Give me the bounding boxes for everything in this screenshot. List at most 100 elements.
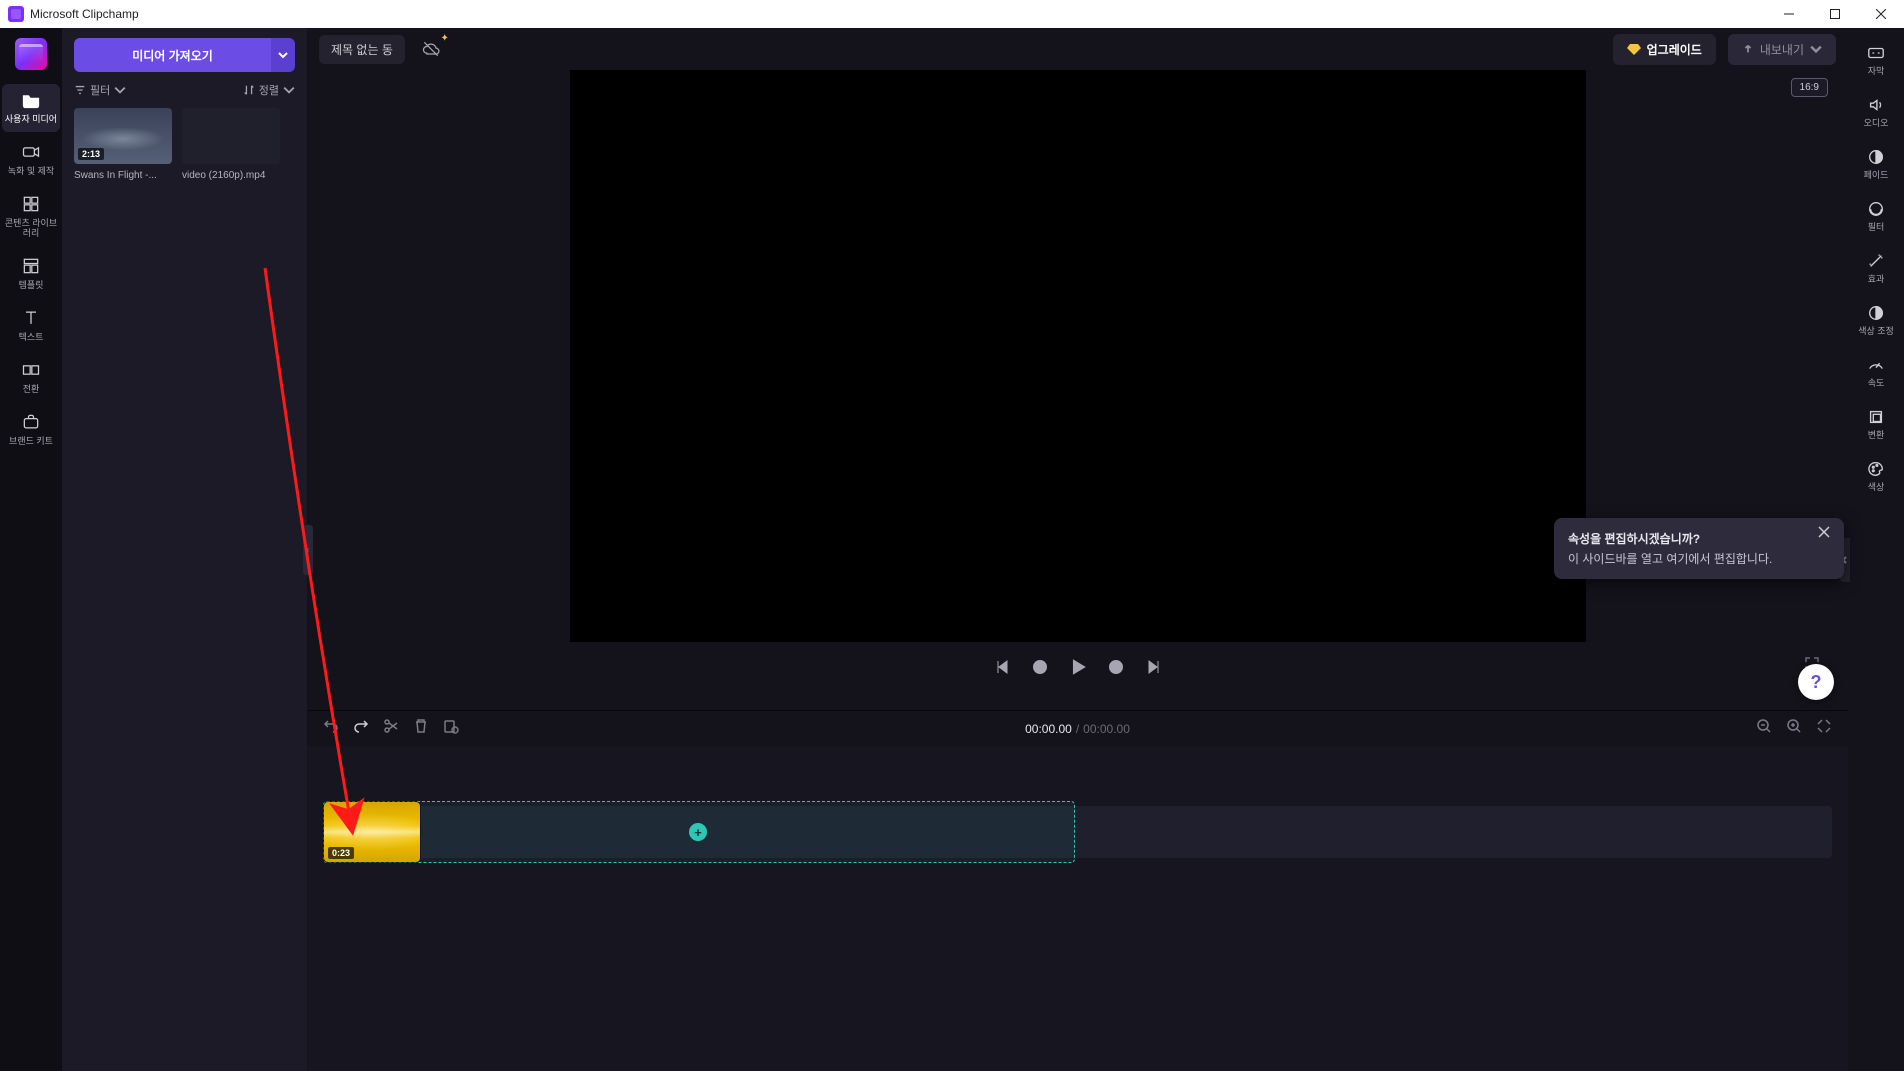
fade-icon: [1867, 148, 1885, 166]
right-tool-rail: 자막 오디오 페이드 필터 효과 색상 조정 속도 변환 색상: [1848, 28, 1904, 1071]
redo-button[interactable]: [353, 718, 369, 739]
dragging-clip[interactable]: 0:23: [324, 802, 420, 862]
import-media-button[interactable]: 미디어 가져오기: [74, 38, 271, 72]
upgrade-button[interactable]: 업그레이드: [1613, 34, 1716, 65]
sort-button[interactable]: 정렬: [243, 82, 295, 98]
upgrade-label: 업그레이드: [1647, 41, 1702, 58]
window-maximize-button[interactable]: [1812, 0, 1858, 28]
template-icon: [21, 256, 41, 276]
tooltip-body: 이 사이드바를 열고 여기에서 편집합니다.: [1568, 551, 1808, 567]
play-icon: [1069, 658, 1087, 676]
tool-label: 오디오: [1864, 118, 1889, 128]
export-label: 내보내기: [1760, 41, 1804, 58]
clip-duration-badge: 0:23: [328, 847, 354, 859]
rewind-icon: [1032, 659, 1048, 675]
gauge-icon: [1867, 356, 1885, 374]
clipchamp-app-icon: [8, 6, 24, 22]
captions-icon: [1867, 44, 1885, 62]
window-minimize-button[interactable]: [1766, 0, 1812, 28]
split-button[interactable]: [383, 718, 399, 739]
add-clip-button[interactable]: +: [689, 823, 707, 841]
palette-icon: [1867, 460, 1885, 478]
delete-button[interactable]: [413, 718, 429, 739]
close-icon: [1818, 526, 1830, 538]
nav-text[interactable]: 텍스트: [2, 302, 60, 350]
chevron-down-icon: [278, 50, 288, 60]
nav-record[interactable]: 녹화 및 제작: [2, 136, 60, 184]
tool-label: 속도: [1868, 378, 1885, 388]
skip-start-button[interactable]: [991, 656, 1013, 678]
speaker-icon: [1867, 96, 1885, 114]
import-dropdown-button[interactable]: [271, 38, 295, 72]
clip-icon: [443, 718, 459, 734]
skip-end-button[interactable]: [1143, 656, 1165, 678]
help-button[interactable]: ?: [1798, 664, 1834, 700]
tool-effects[interactable]: 효과: [1852, 246, 1900, 292]
undo-icon: [323, 718, 339, 734]
fit-icon: [1816, 718, 1832, 734]
step-forward-button[interactable]: [1105, 656, 1127, 678]
zoom-in-icon: [1786, 718, 1802, 734]
clip-options-button[interactable]: [443, 718, 459, 739]
crop-icon: [1867, 408, 1885, 426]
media-item[interactable]: video (2160p).mp4: [182, 108, 280, 181]
media-filename: Swans In Flight -...: [74, 170, 172, 181]
total-time: 00:00.00: [1083, 722, 1130, 736]
transition-icon: [21, 360, 41, 380]
preview-canvas[interactable]: [570, 70, 1586, 642]
nav-user-media[interactable]: 사용자 미디어: [2, 84, 60, 132]
clipchamp-logo[interactable]: [15, 38, 47, 70]
media-thumbnail[interactable]: [182, 108, 280, 164]
cloud-off-icon: [421, 39, 441, 59]
timeline[interactable]: + 0:23: [307, 746, 1848, 1071]
duration-badge: 2:13: [78, 148, 104, 160]
undo-button[interactable]: [323, 718, 339, 739]
tool-audio[interactable]: 오디오: [1852, 90, 1900, 136]
media-item[interactable]: 2:13 Swans In Flight -...: [74, 108, 172, 181]
play-button[interactable]: [1067, 656, 1089, 678]
nav-library[interactable]: 콘텐츠 라이브러리: [2, 188, 60, 246]
timeline-track[interactable]: + 0:23: [323, 806, 1832, 858]
wand-icon: [1867, 252, 1885, 270]
tool-transform[interactable]: 변환: [1852, 402, 1900, 448]
tool-filter[interactable]: 필터: [1852, 194, 1900, 240]
filter-label: 필터: [90, 82, 110, 98]
text-icon: [21, 308, 41, 328]
project-title[interactable]: 제목 없는 동: [319, 35, 405, 64]
tool-captions[interactable]: 자막: [1852, 38, 1900, 84]
fit-zoom-button[interactable]: [1816, 718, 1832, 739]
step-back-button[interactable]: [1029, 656, 1051, 678]
tool-color-picker[interactable]: 색상: [1852, 454, 1900, 500]
media-thumbnail[interactable]: 2:13: [74, 108, 172, 164]
tool-speed[interactable]: 속도: [1852, 350, 1900, 396]
clip-drop-zone[interactable]: +: [323, 801, 1075, 863]
nav-label: 콘텐츠 라이브러리: [2, 218, 60, 238]
cloud-sync-button[interactable]: ✦: [417, 35, 445, 63]
zoom-in-button[interactable]: [1786, 718, 1802, 739]
tool-label: 색상: [1868, 482, 1885, 492]
top-bar: 제목 없는 동 ✦ 업그레이드 내보내기: [307, 28, 1848, 70]
upload-icon: [1742, 43, 1754, 55]
tool-color-adjust[interactable]: 색상 조정: [1852, 298, 1900, 344]
media-filename: video (2160p).mp4: [182, 170, 280, 181]
nav-transitions[interactable]: 전환: [2, 354, 60, 402]
window-close-button[interactable]: [1858, 0, 1904, 28]
nav-templates[interactable]: 템플릿: [2, 250, 60, 298]
chevron-down-icon: [114, 84, 126, 96]
tool-fade[interactable]: 페이드: [1852, 142, 1900, 188]
tool-label: 색상 조정: [1858, 326, 1894, 336]
forward-icon: [1108, 659, 1124, 675]
aspect-ratio-button[interactable]: 16:9: [1791, 78, 1828, 97]
tooltip-close-button[interactable]: [1818, 526, 1836, 544]
media-panel: 미디어 가져오기 필터 정렬 2:13 Swans In Flight -...: [62, 28, 307, 1071]
trash-icon: [413, 718, 429, 734]
tool-label: 자막: [1868, 66, 1885, 76]
zoom-out-button[interactable]: [1756, 718, 1772, 739]
nav-brandkit[interactable]: 브랜드 키트: [2, 406, 60, 454]
tool-label: 변환: [1868, 430, 1885, 440]
filter-icon: [74, 84, 86, 96]
chevron-down-icon: [283, 84, 295, 96]
export-button[interactable]: 내보내기: [1728, 34, 1836, 65]
filter-button[interactable]: 필터: [74, 82, 126, 98]
camera-icon: [21, 142, 41, 162]
